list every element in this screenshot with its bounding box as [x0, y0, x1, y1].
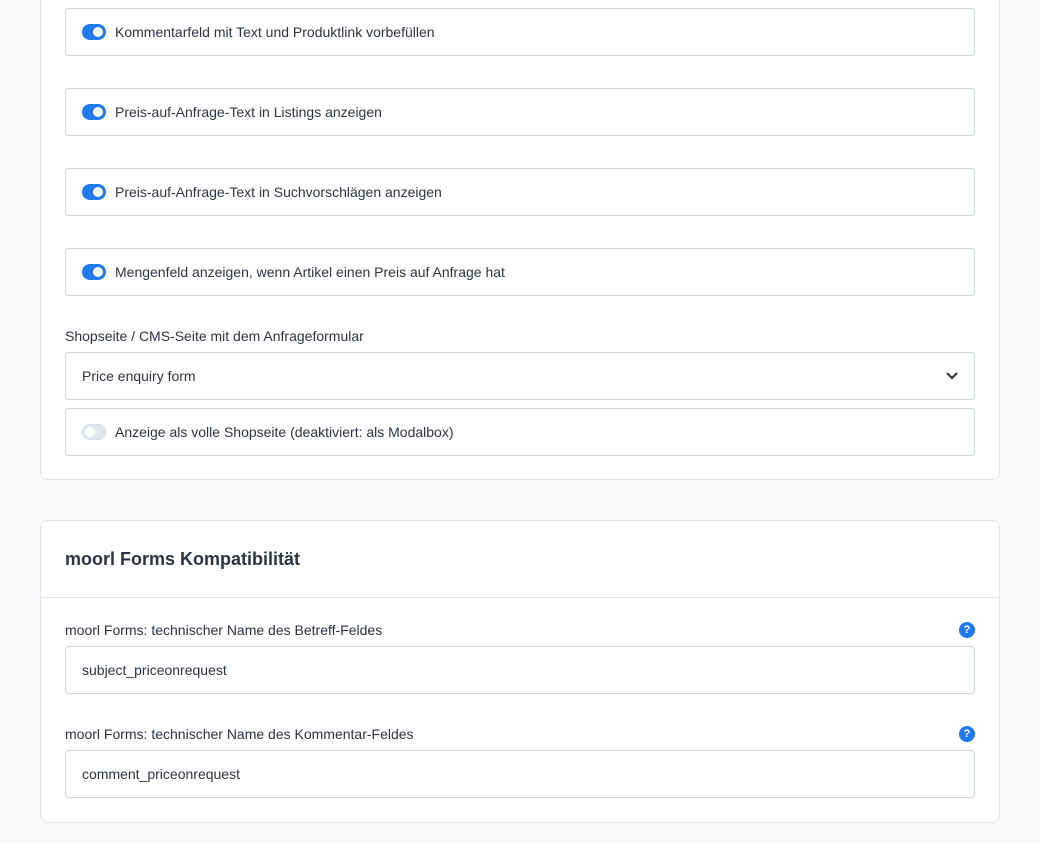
toggle-knob: [93, 267, 103, 277]
comment-field-label: moorl Forms: technischer Name des Kommen…: [65, 726, 414, 742]
toggle-row-prefill-comment[interactable]: Kommentarfeld mit Text und Produktlink v…: [65, 8, 975, 56]
subject-field[interactable]: [65, 646, 975, 694]
toggle-switch[interactable]: [82, 424, 106, 440]
toggle-label: Preis-auf-Anfrage-Text in Suchvorschläge…: [115, 184, 442, 200]
toggle-row-listing-text[interactable]: Preis-auf-Anfrage-Text in Listings anzei…: [65, 88, 975, 136]
comment-field[interactable]: [65, 750, 975, 798]
subject-field-input[interactable]: [66, 647, 974, 693]
page-select-value: Price enquiry form: [82, 368, 196, 384]
settings-card: Kommentarfeld mit Text und Produktlink v…: [40, 0, 1000, 480]
help-icon[interactable]: ?: [959, 726, 975, 742]
toggle-knob: [93, 27, 103, 37]
page-select[interactable]: Price enquiry form: [65, 352, 975, 400]
comment-field-input[interactable]: [66, 751, 974, 797]
page-select-label: Shopseite / CMS-Seite mit dem Anfragefor…: [65, 328, 364, 344]
moorl-forms-card: moorl Forms Kompatibilität moorl Forms: …: [40, 520, 1000, 823]
toggle-label: Mengenfeld anzeigen, wenn Artikel einen …: [115, 264, 505, 280]
toggle-label: Preis-auf-Anfrage-Text in Listings anzei…: [115, 104, 382, 120]
help-icon[interactable]: ?: [959, 622, 975, 638]
toggle-switch[interactable]: [82, 184, 106, 200]
subject-field-label: moorl Forms: technischer Name des Betref…: [65, 622, 383, 638]
toggle-row-fullpage[interactable]: Anzeige als volle Shopseite (deaktiviert…: [65, 408, 975, 456]
toggle-knob: [93, 187, 103, 197]
chevron-down-icon[interactable]: [946, 372, 958, 380]
toggle-row-quantity-field[interactable]: Mengenfeld anzeigen, wenn Artikel einen …: [65, 248, 975, 296]
toggle-switch[interactable]: [82, 104, 106, 120]
toggle-knob: [93, 107, 103, 117]
toggle-knob: [85, 427, 95, 437]
toggle-label: Kommentarfeld mit Text und Produktlink v…: [115, 24, 435, 40]
toggle-row-search-suggestions[interactable]: Preis-auf-Anfrage-Text in Suchvorschläge…: [65, 168, 975, 216]
toggle-switch[interactable]: [82, 24, 106, 40]
card-title: moorl Forms Kompatibilität: [65, 548, 301, 569]
toggle-switch[interactable]: [82, 264, 106, 280]
toggle-label: Anzeige als volle Shopseite (deaktiviert…: [115, 424, 454, 440]
card-header: moorl Forms Kompatibilität: [41, 521, 999, 598]
